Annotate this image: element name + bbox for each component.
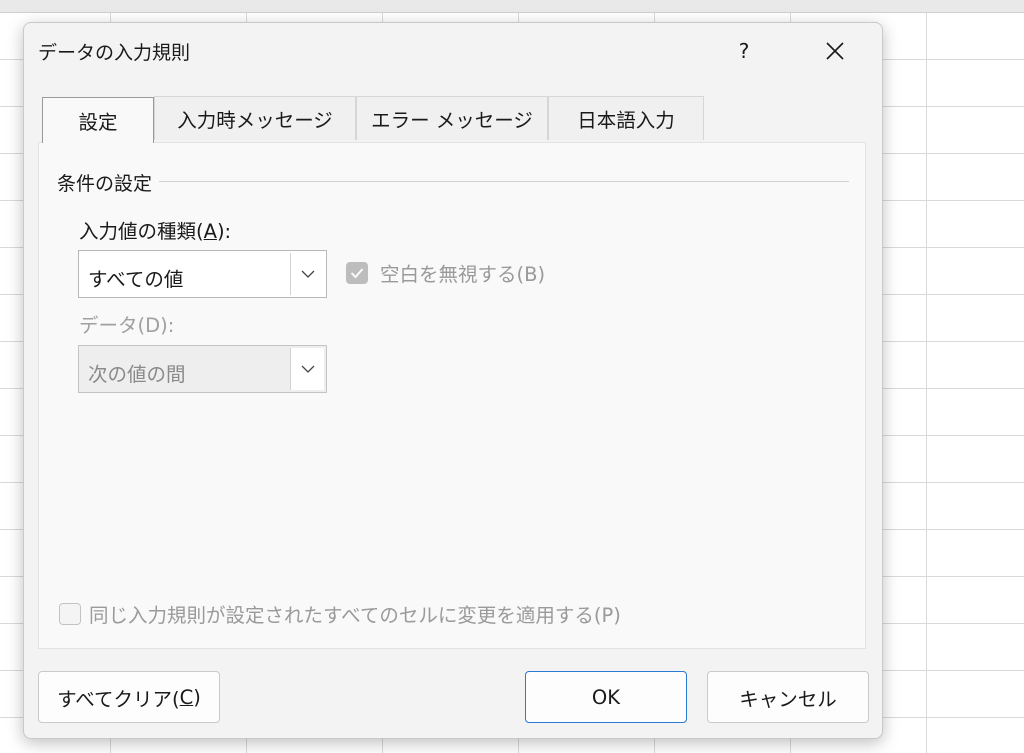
apply-to-all-label: 同じ入力規則が設定されたすべてのセルに変更を適用する(P)	[89, 604, 621, 627]
clear-all-button[interactable]: すべてクリア(C)	[38, 671, 220, 723]
tab-input-message[interactable]: 入力時メッセージ	[154, 96, 356, 140]
dialog-title: データの入力規則	[38, 42, 191, 64]
close-button[interactable]	[811, 31, 859, 71]
group-title: 条件の設定	[57, 169, 159, 196]
dialog-titlebar: データの入力規則 ?	[24, 23, 882, 79]
ok-button[interactable]: OK	[525, 671, 687, 723]
chevron-down-icon	[301, 365, 314, 373]
tab-settings[interactable]: 設定	[42, 97, 154, 143]
cancel-button[interactable]: キャンセル	[707, 671, 869, 723]
data-label: データ(D):	[79, 314, 175, 337]
spreadsheet-header-band	[0, 0, 1024, 13]
ignore-blank-checkbox-box[interactable]	[346, 261, 368, 284]
allow-label: 入力値の種類(A):	[79, 220, 232, 243]
close-icon	[826, 42, 844, 60]
group-divider	[159, 181, 849, 182]
data-select-value: 次の値の間	[88, 363, 186, 386]
allow-dropdown-button[interactable]	[290, 253, 324, 295]
ignore-blank-checkbox[interactable]: 空白を無視する(B)	[346, 258, 545, 287]
apply-to-all-checkbox[interactable]: 同じ入力規則が設定されたすべてのセルに変更を適用する(P)	[59, 599, 621, 628]
apply-to-all-checkbox-box[interactable]	[59, 602, 81, 625]
chevron-down-icon	[301, 270, 314, 278]
help-button[interactable]: ?	[720, 31, 768, 71]
ignore-blank-label: 空白を無視する(B)	[380, 263, 546, 286]
checkmark-icon	[350, 267, 364, 278]
data-dropdown-button[interactable]	[290, 348, 324, 390]
data-validation-dialog: データの入力規則 ? 設定 入力時メッセージ エラー メッセージ 日本語入力 条…	[23, 22, 883, 739]
allow-select[interactable]: すべての値	[78, 250, 327, 298]
settings-panel: 条件の設定 入力値の種類(A): すべての値 空白を無視する(B) データ(D)…	[38, 142, 866, 649]
tab-error-message[interactable]: エラー メッセージ	[356, 96, 548, 140]
tab-ime-mode[interactable]: 日本語入力	[548, 96, 704, 140]
allow-select-value: すべての値	[88, 268, 184, 291]
data-select[interactable]: 次の値の間	[78, 345, 327, 393]
